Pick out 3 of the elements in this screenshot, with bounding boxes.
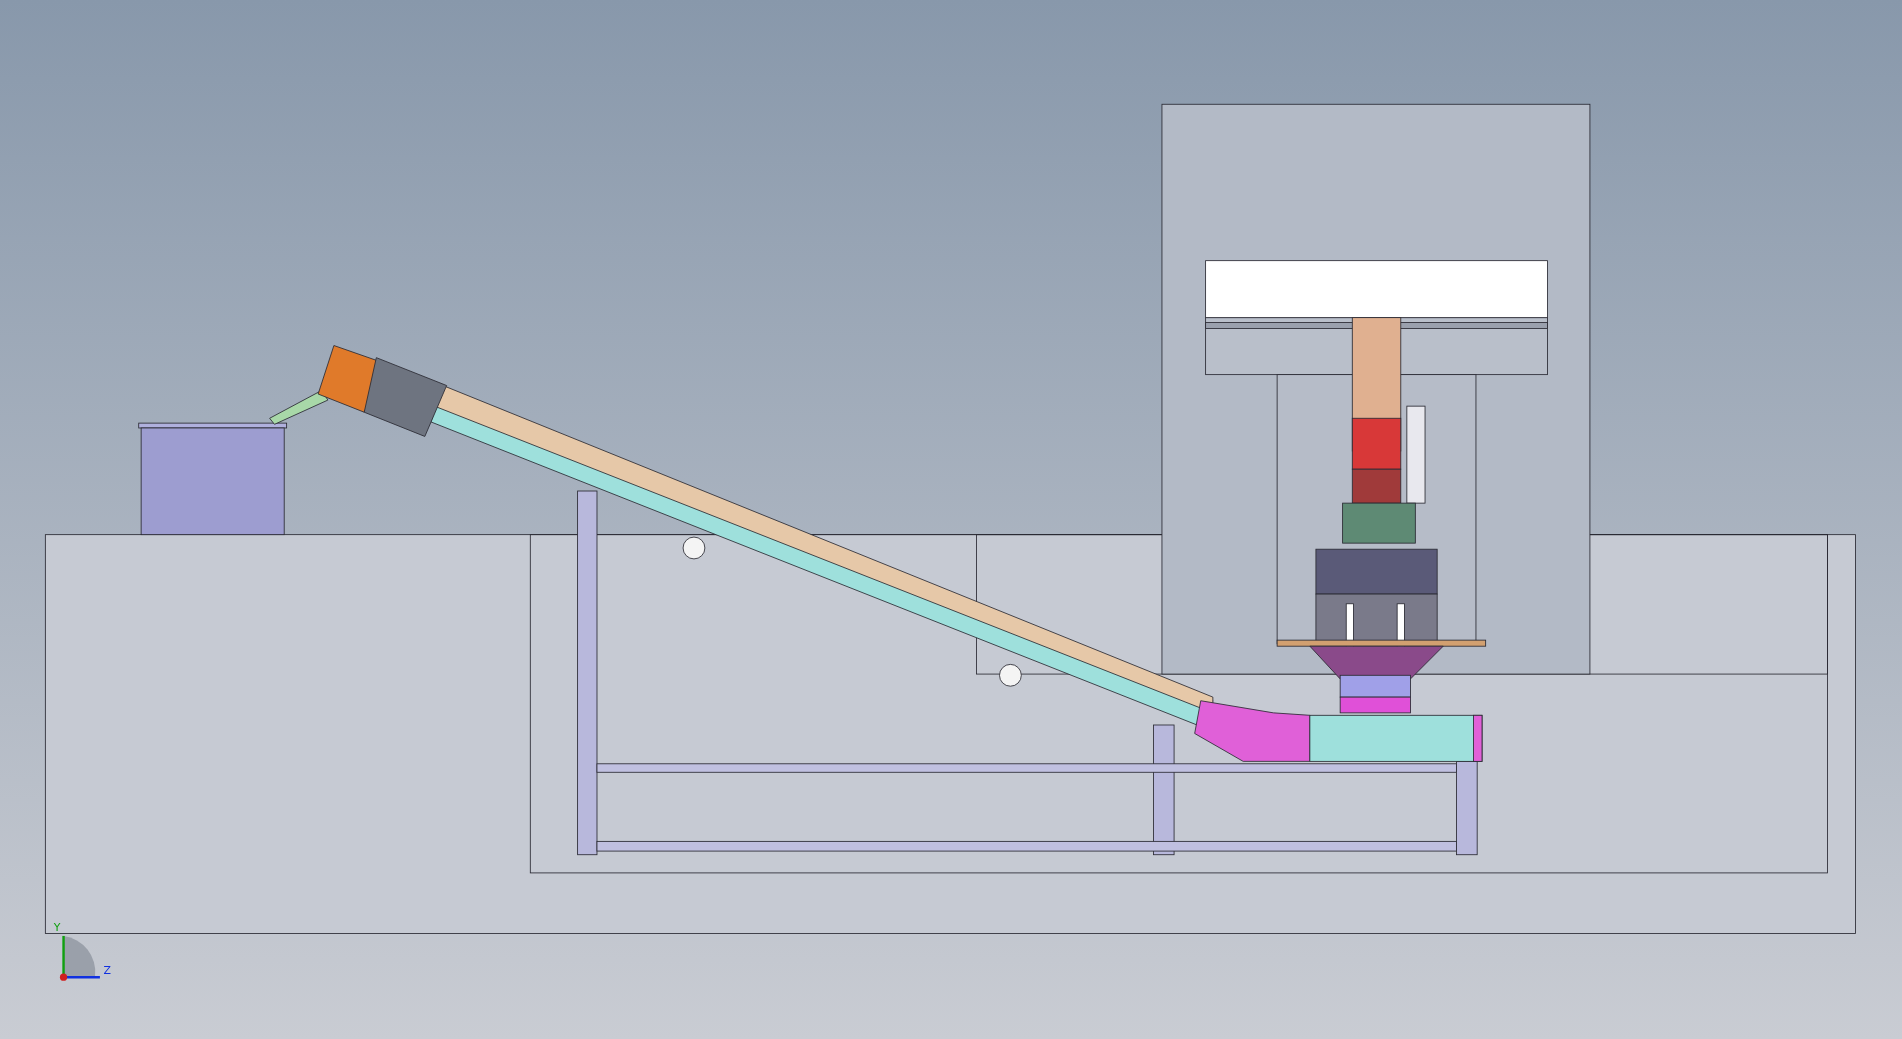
axis-label: Y	[53, 921, 61, 935]
axis-triad-icon	[59, 935, 100, 981]
axis-label: Z	[103, 963, 112, 977]
